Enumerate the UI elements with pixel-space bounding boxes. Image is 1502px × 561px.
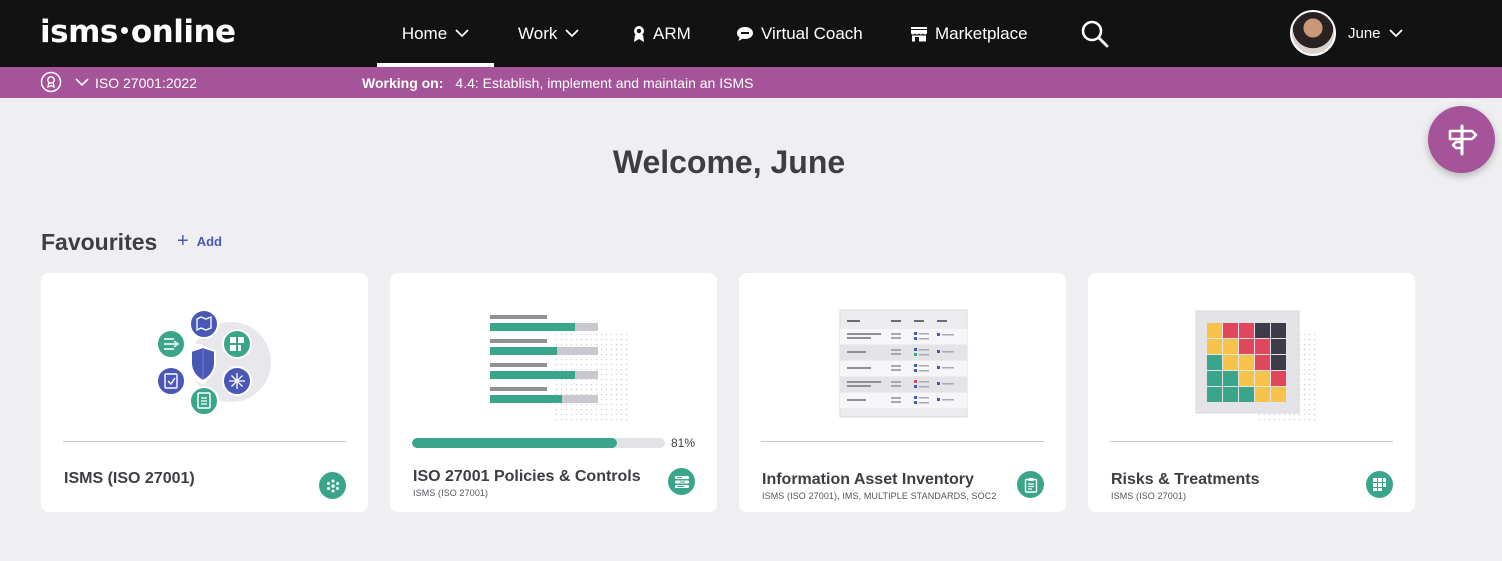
user-menu[interactable]: June <box>1290 10 1403 56</box>
add-favourite-button[interactable]: + Add <box>177 230 222 252</box>
progress-fill <box>412 438 617 448</box>
chevron-down-icon <box>75 78 89 87</box>
card-subtitle: ISMS (ISO 27001) <box>1111 491 1187 501</box>
nav-arm-label: ARM <box>653 23 691 43</box>
favourite-card-risks-treatments[interactable]: Risks & Treatments ISMS (ISO 27001) <box>1088 273 1415 512</box>
grid-icon <box>1366 471 1393 498</box>
standard-selector[interactable]: ISO 27001:2022 <box>75 67 197 98</box>
nav-work-label: Work <box>518 23 558 43</box>
card-divider <box>761 441 1044 442</box>
search-icon[interactable] <box>1080 19 1110 49</box>
nav-home-label: Home <box>401 23 448 43</box>
favourites-title: Favourites <box>41 229 158 255</box>
favourite-card-isms[interactable]: ISMS (ISO 27001) <box>41 273 368 512</box>
context-bar: ISO 27001:2022 Working on: 4.4: Establis… <box>0 67 1502 98</box>
card-title: ISO 27001 Policies & Controls <box>413 468 641 485</box>
nav-marketplace[interactable]: Marketplace <box>910 0 1028 67</box>
welcome-heading: Welcome, June <box>612 144 846 180</box>
nav-arm[interactable]: ARM <box>632 0 691 67</box>
policies-bars-illustration <box>490 315 630 423</box>
card-divider <box>63 441 346 442</box>
storefront-icon <box>911 26 927 41</box>
chevron-down-icon <box>455 29 469 38</box>
progress-label: 81% <box>671 436 696 450</box>
list-icon <box>668 468 695 495</box>
avatar <box>1290 10 1336 56</box>
top-navigation: isms online Home Work ARM Virtual Coach M… <box>0 0 1502 67</box>
working-on-label: Working on: <box>362 74 444 91</box>
standard-label: ISO 27001:2022 <box>95 74 197 91</box>
card-title: Information Asset Inventory <box>762 471 974 488</box>
card-subtitle: ISMS (ISO 27001), IMS, MULTIPLE STANDARD… <box>762 491 997 501</box>
inventory-table-illustration <box>839 309 968 418</box>
user-name: June <box>1348 24 1381 42</box>
favourite-card-policies-controls[interactable]: 81% ISO 27001 Policies & Controls ISMS (… <box>390 273 717 512</box>
card-title: Risks & Treatments <box>1111 471 1260 488</box>
nav-virtual-coach-label: Virtual Coach <box>761 23 863 43</box>
plus-icon: + <box>177 230 189 252</box>
chat-bubble-icon <box>737 26 753 41</box>
nav-work[interactable]: Work <box>518 0 579 67</box>
progress-bar <box>412 438 665 448</box>
clipboard-icon <box>1017 471 1044 498</box>
award-badge-icon[interactable] <box>40 71 62 93</box>
nav-marketplace-label: Marketplace <box>935 23 1028 43</box>
nav-home[interactable]: Home <box>377 0 494 67</box>
card-title: ISMS (ISO 27001) <box>64 470 195 487</box>
chevron-down-icon <box>565 29 579 38</box>
award-ribbon-icon <box>634 25 644 42</box>
nav-virtual-coach[interactable]: Virtual Coach <box>736 0 863 67</box>
add-favourite-label: Add <box>196 233 222 249</box>
risk-heatmap-illustration <box>1195 310 1318 421</box>
isms-hub-illustration <box>156 309 271 416</box>
chevron-down-icon <box>1388 28 1403 37</box>
hub-icon <box>319 472 346 499</box>
favourite-card-asset-inventory[interactable]: Information Asset Inventory ISMS (ISO 27… <box>739 273 1066 512</box>
isms-online-logo[interactable]: isms online <box>40 14 236 50</box>
working-on-value[interactable]: 4.4: Establish, implement and maintain a… <box>455 75 753 91</box>
card-subtitle: ISMS (ISO 27001) <box>413 488 489 498</box>
card-divider <box>1110 441 1393 442</box>
working-on: Working on: 4.4: Establish, implement an… <box>362 67 753 98</box>
